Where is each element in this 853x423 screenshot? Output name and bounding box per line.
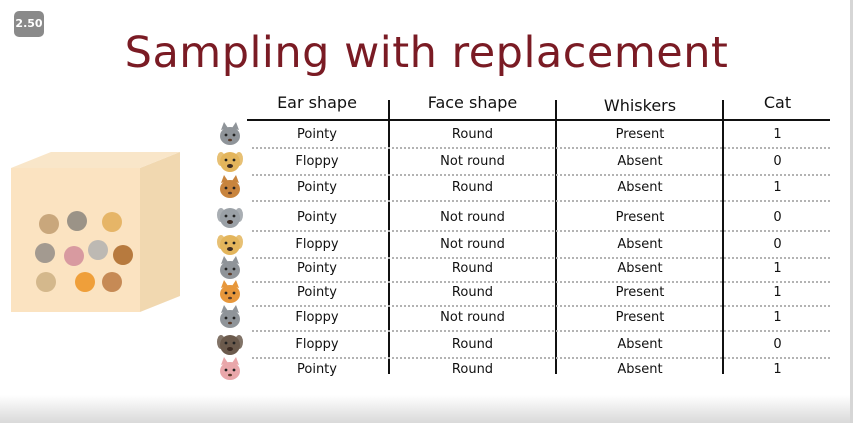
table-row: Pointy Round Absent 1 <box>0 257 853 281</box>
cell-whiskers: Present <box>615 285 665 300</box>
cell-cat: 1 <box>773 310 782 325</box>
cell-ear-shape: Floppy <box>295 237 339 252</box>
row-separator <box>252 200 830 202</box>
cell-face-shape: Round <box>451 127 494 142</box>
cell-ear-shape: Floppy <box>295 310 339 325</box>
column-header-face-shape: Face shape <box>427 93 518 112</box>
dog-face-icon <box>217 208 243 228</box>
cell-face-shape: Not round <box>440 154 505 169</box>
cell-whiskers: Absent <box>617 337 663 352</box>
cell-ear-shape: Pointy <box>297 210 337 225</box>
cell-whiskers: Absent <box>617 362 663 377</box>
cell-face-shape: Not round <box>440 210 505 225</box>
cat-face-icon <box>220 122 240 145</box>
slide-frame: 2.50 Sampling with replacement Ear shape… <box>0 0 853 423</box>
dog-face-icon <box>217 235 243 255</box>
row-separator <box>252 230 830 232</box>
cell-whiskers: Present <box>615 210 665 225</box>
cell-face-shape: Round <box>451 180 494 195</box>
cell-ear-shape: Pointy <box>297 362 337 377</box>
cat-face-icon <box>220 357 240 380</box>
cat-face-icon <box>220 175 240 198</box>
table-row: Pointy Round Present 1 <box>0 281 853 305</box>
player-bottom-bar <box>0 395 853 423</box>
cell-ear-shape: Pointy <box>297 127 337 142</box>
table-row: Floppy Round Absent 0 <box>0 333 853 357</box>
cell-cat: 0 <box>773 154 782 169</box>
cell-ear-shape: Floppy <box>295 154 339 169</box>
cell-cat: 1 <box>773 180 782 195</box>
row-separator <box>252 147 830 149</box>
cell-whiskers: Absent <box>617 261 663 276</box>
cell-cat: 1 <box>773 127 782 142</box>
dog-face-icon <box>217 335 243 355</box>
table-row: Pointy Round Absent 1 <box>0 358 853 382</box>
dog-face-icon <box>217 152 243 172</box>
cell-cat: 1 <box>773 285 782 300</box>
cell-face-shape: Round <box>451 285 494 300</box>
column-header-whiskers: Whiskers <box>603 96 677 115</box>
cell-face-shape: Round <box>451 362 494 377</box>
cell-whiskers: Present <box>615 310 665 325</box>
table-row: Floppy Not round Absent 0 <box>0 233 853 257</box>
cell-ear-shape: Floppy <box>295 337 339 352</box>
cell-cat: 0 <box>773 337 782 352</box>
cell-face-shape: Not round <box>440 310 505 325</box>
cell-whiskers: Absent <box>617 237 663 252</box>
column-header-ear-shape: Ear shape <box>277 93 357 112</box>
table-row: Pointy Round Absent 1 <box>0 176 853 200</box>
row-separator <box>252 330 830 332</box>
cell-face-shape: Round <box>451 337 494 352</box>
cell-cat: 1 <box>773 362 782 377</box>
cell-ear-shape: Pointy <box>297 261 337 276</box>
cat-face-icon <box>220 305 240 328</box>
cell-ear-shape: Pointy <box>297 180 337 195</box>
cell-whiskers: Absent <box>617 154 663 169</box>
cell-whiskers: Present <box>615 127 665 142</box>
cat-face-icon <box>220 280 240 303</box>
cell-face-shape: Not round <box>440 237 505 252</box>
table-row: Pointy Not round Present 0 <box>0 206 853 230</box>
table-row: Floppy Not round Absent 0 <box>0 150 853 174</box>
table-row: Pointy Round Present 1 <box>0 123 853 147</box>
header-underline <box>247 119 830 121</box>
table-row: Floppy Not round Present 1 <box>0 306 853 330</box>
cell-whiskers: Absent <box>617 180 663 195</box>
cell-ear-shape: Pointy <box>297 285 337 300</box>
column-header-cat: Cat <box>763 93 792 112</box>
cat-face-icon <box>220 256 240 279</box>
cell-face-shape: Round <box>451 261 494 276</box>
cell-cat: 1 <box>773 261 782 276</box>
cell-cat: 0 <box>773 210 782 225</box>
cell-cat: 0 <box>773 237 782 252</box>
